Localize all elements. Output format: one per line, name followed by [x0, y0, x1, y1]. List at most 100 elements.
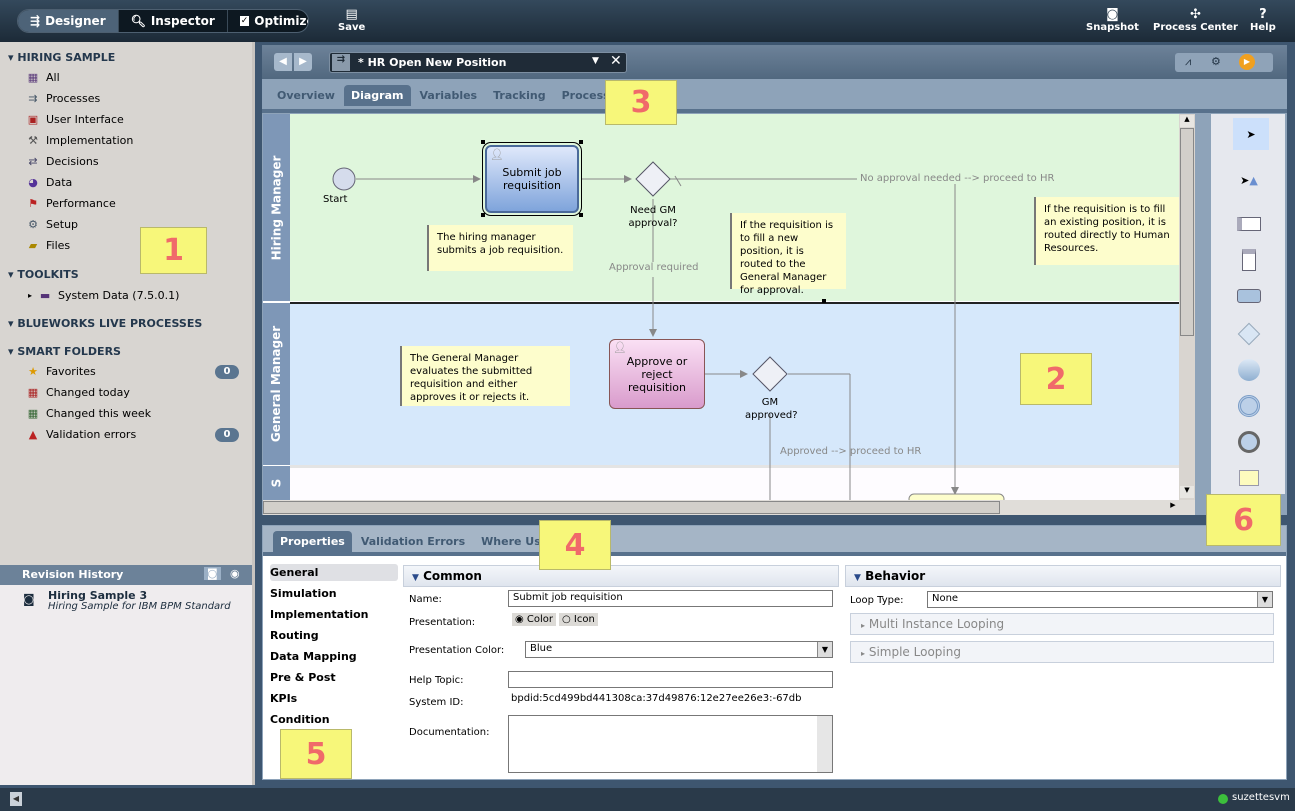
tab-tracking[interactable]: Tracking: [486, 85, 552, 106]
scroll-down-button[interactable]: ▼: [1180, 486, 1194, 498]
sidebar-item-decisions[interactable]: ⇄ Decisions: [26, 155, 98, 168]
documentation-textarea[interactable]: [508, 715, 833, 773]
sidebar-item-changed-week[interactable]: ▦ Changed this week: [26, 407, 151, 420]
warning-icon: ▲: [28, 428, 38, 441]
nav-implementation[interactable]: Implementation: [270, 606, 398, 623]
vertical-scrollbar[interactable]: ▲ ▼: [1179, 114, 1195, 500]
debug-icon[interactable]: ⚙: [1211, 55, 1221, 68]
connect-tool-icon[interactable]: ➤ ▲: [1235, 166, 1263, 194]
flow-label-no-approval: No approval needed --> proceed to HR: [860, 173, 1055, 184]
sidebar-item-user-interface[interactable]: ▣ User Interface: [26, 113, 124, 126]
snapshot-button[interactable]: ◙ Snapshot: [1086, 8, 1139, 34]
select-tool-icon[interactable]: ➤: [1233, 118, 1269, 150]
process-icon: ⇉: [28, 92, 38, 105]
editor-tabs: Overview Diagram Variables Tracking Proc…: [270, 85, 648, 106]
nav-kpis[interactable]: KPIs: [270, 690, 398, 707]
save-button[interactable]: ▤ Save: [338, 8, 365, 34]
tab-diagram[interactable]: Diagram: [343, 85, 411, 106]
help-button[interactable]: ? Help: [1250, 8, 1276, 34]
nav-general[interactable]: General: [270, 564, 398, 581]
radio-color[interactable]: ◉ Color: [512, 613, 557, 626]
sidebar-item-implementation[interactable]: ⚒ Implementation: [26, 134, 133, 147]
end-event-icon[interactable]: [1235, 428, 1263, 456]
chart-icon[interactable]: ⩘: [1185, 55, 1191, 69]
nav-data-mapping[interactable]: Data Mapping: [270, 648, 398, 665]
radio-icon[interactable]: ○ Icon: [559, 613, 598, 626]
note-existing-position[interactable]: If the requisition is to fill an existin…: [1034, 197, 1184, 265]
section-blueworks[interactable]: ▾ BLUEWORKS LIVE PROCESSES: [8, 317, 202, 330]
h-scroll-thumb[interactable]: [263, 501, 1000, 514]
collapse-arrow-icon: ▼: [854, 573, 861, 583]
optimizer-mode-button[interactable]: ✓Optimizer: [228, 10, 308, 32]
tab-validation-errors[interactable]: Validation Errors: [354, 531, 472, 552]
presentation-color-select[interactable]: Blue ▼: [525, 641, 833, 658]
collapse-left-button[interactable]: ◀: [10, 792, 22, 806]
nav-condition[interactable]: Condition: [270, 711, 398, 728]
lane-icon[interactable]: [1235, 210, 1263, 238]
sidebar-item-data[interactable]: ◕ Data: [26, 176, 72, 189]
expand-icon: ▸: [861, 621, 866, 630]
tab-variables[interactable]: Variables: [413, 85, 485, 106]
gateway-icon[interactable]: [1235, 320, 1263, 348]
multi-instance-looping-section[interactable]: ▸ Multi Instance Looping: [850, 613, 1274, 635]
forward-button[interactable]: ▶: [294, 53, 312, 71]
section-hiring-sample[interactable]: ▾ HIRING SAMPLE: [8, 51, 115, 64]
note-gm-evaluates[interactable]: The General Manager evaluates the submit…: [400, 346, 570, 406]
scroll-thumb[interactable]: [1180, 128, 1194, 336]
sidebar-item-favorites[interactable]: ★ Favorites 0: [26, 364, 247, 379]
note-new-position[interactable]: If the requisition is to fill a new posi…: [730, 213, 846, 296]
loop-type-select[interactable]: None ▼: [927, 591, 1273, 608]
activity-icon[interactable]: [1235, 282, 1263, 310]
sidebar-item-performance[interactable]: ⚑ Performance: [26, 197, 116, 210]
nav-simulation[interactable]: Simulation: [270, 585, 398, 602]
behavior-section-header[interactable]: ▼ Behavior: [845, 565, 1281, 587]
back-button[interactable]: ◀: [274, 53, 292, 71]
designer-mode-button[interactable]: ⇶ Designer: [18, 10, 119, 32]
tab-properties[interactable]: Properties: [273, 531, 352, 552]
process-selector[interactable]: ⇉ * HR Open New Position ▼ ✕: [329, 52, 627, 73]
sidebar-item-files[interactable]: ▰ Files: [26, 239, 70, 252]
gateway-gm-approved: [752, 356, 788, 392]
note-submit[interactable]: The hiring manager submits a job requisi…: [427, 225, 573, 271]
common-section-header[interactable]: ▼ Common: [403, 565, 839, 587]
inspector-mode-button[interactable]: 🔍︎ Inspector: [119, 10, 228, 32]
mode-switcher: ⇶Designer 🔍︎Inspector ✓Optimizer: [17, 9, 309, 33]
task-approve-reject[interactable]: 👤︎ Approve or reject requisition: [609, 339, 705, 409]
grid-icon: ▦: [27, 71, 39, 84]
count-badge: 0: [215, 364, 239, 379]
sidebar-item-processes[interactable]: ⇉ Processes: [26, 92, 100, 105]
sidebar-item-changed-today[interactable]: ▦ Changed today: [26, 386, 130, 399]
sidebar-item-all[interactable]: ▦ All: [26, 71, 60, 84]
options-circle-icon[interactable]: ◉: [230, 567, 240, 580]
sidebar-item-validation-errors[interactable]: ▲ Validation errors 0: [26, 427, 247, 442]
note-icon[interactable]: [1235, 464, 1263, 492]
section-toolkits[interactable]: ▾ TOOLKITS: [8, 268, 79, 281]
tab-overview[interactable]: Overview: [270, 85, 342, 106]
scroll-right-button[interactable]: ▶: [1166, 501, 1180, 514]
doc-scrollbar[interactable]: [817, 716, 832, 772]
toolkit-system-data[interactable]: ▸ ▬ System Data (7.5.0.1): [28, 289, 179, 302]
nav-pre-post[interactable]: Pre & Post: [270, 669, 398, 686]
nav-routing[interactable]: Routing: [270, 627, 398, 644]
user-icon: 👤︎: [490, 148, 504, 161]
process-center-button[interactable]: ✣ Process Center: [1153, 8, 1238, 34]
callout-1: 1: [140, 227, 207, 274]
task-submit-job-requisition[interactable]: 👤︎ Submit job requisition: [482, 142, 582, 216]
simple-looping-section[interactable]: ▸ Simple Looping: [850, 641, 1274, 663]
scroll-up-button[interactable]: ▲: [1180, 115, 1194, 127]
close-icon[interactable]: ✕: [610, 53, 622, 69]
start-event-icon[interactable]: [1235, 356, 1263, 384]
intermediate-event-icon[interactable]: [1235, 392, 1263, 420]
dropdown-arrow-icon[interactable]: ▼: [592, 56, 599, 66]
shape-palette: ➤ ➤ ▲: [1211, 114, 1285, 494]
help-topic-input[interactable]: [508, 671, 833, 688]
phase-icon[interactable]: [1235, 246, 1263, 274]
snapshot-icon[interactable]: ◙: [204, 567, 221, 580]
name-input[interactable]: Submit job requisition: [508, 590, 833, 607]
gateway-approved-label: GM approved?: [745, 397, 798, 421]
diagram-canvas[interactable]: Hiring Manager General Manager S Start 👤…: [263, 114, 1195, 500]
run-icon[interactable]: ▶: [1239, 54, 1255, 70]
section-smart-folders[interactable]: ▾ SMART FOLDERS: [8, 345, 121, 358]
sidebar-item-setup[interactable]: ⚙ Setup: [26, 218, 78, 231]
horizontal-scrollbar[interactable]: ▶: [263, 500, 1195, 515]
